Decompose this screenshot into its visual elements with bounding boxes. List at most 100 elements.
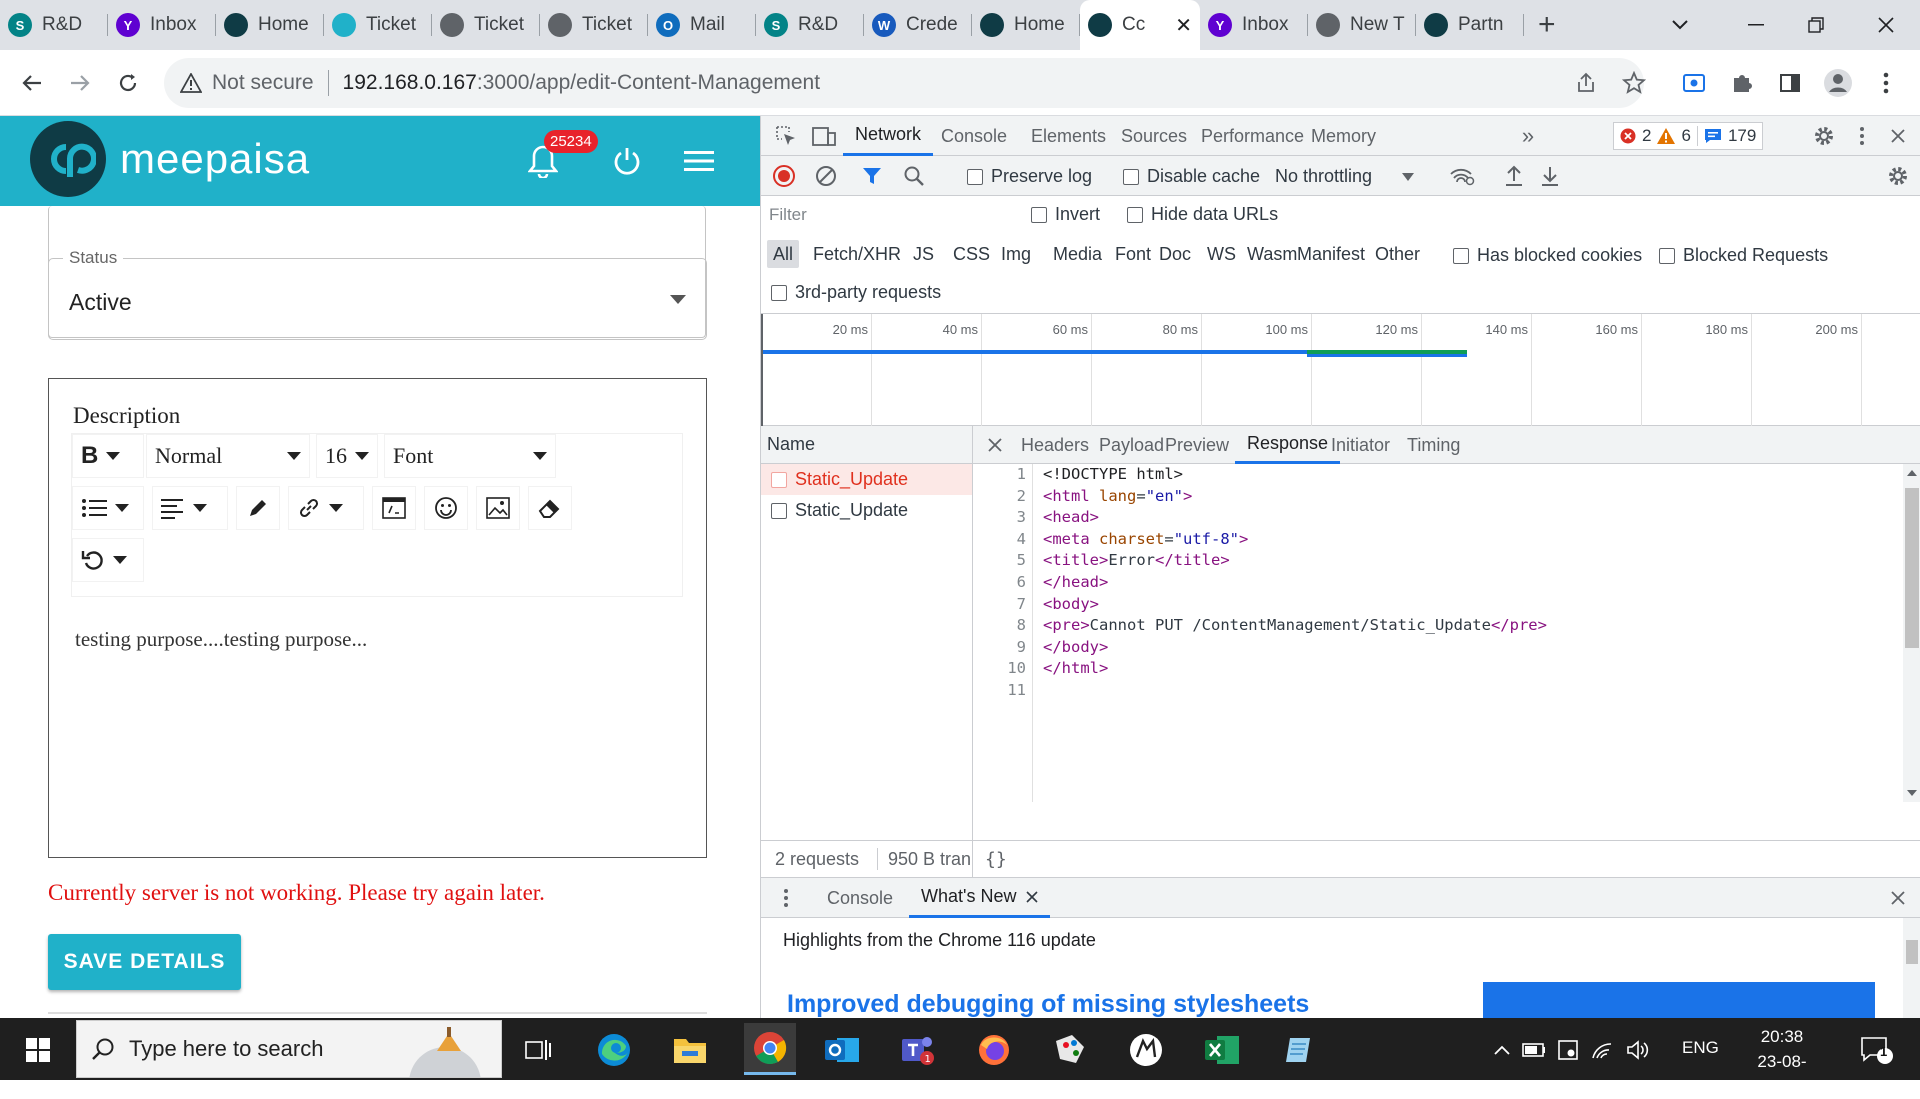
hamburger-menu-icon[interactable] [684,150,714,172]
taskbar-search-box[interactable]: Type here to search [76,1020,502,1078]
preserve-log-checkbox[interactable]: Preserve log [967,166,1092,187]
browser-tab[interactable]: W Crede [864,0,972,50]
history-button[interactable] [72,538,144,582]
disable-cache-checkbox[interactable]: Disable cache [1123,166,1260,187]
browser-tab[interactable]: S R&D [0,0,108,50]
pretty-print-icon[interactable]: {} [985,849,1007,870]
description-content[interactable]: testing purpose....testing purpose... [75,627,367,652]
filter-type-css[interactable]: CSS [947,240,996,268]
network-conditions-icon[interactable] [1447,161,1477,191]
paint-app-icon[interactable] [1048,1028,1092,1072]
filter-type-ws[interactable]: WS [1201,240,1242,268]
details-tab-timing[interactable]: Timing [1407,426,1460,464]
close-tab-icon[interactable] [1026,890,1039,903]
drawer-tab-console[interactable]: Console [817,878,903,918]
profile-avatar[interactable] [1818,63,1858,103]
browser-tab[interactable]: Partn [1416,0,1524,50]
response-scrollbar[interactable] [1903,464,1920,802]
hide-data-urls-checkbox[interactable]: Hide data URLs [1127,204,1278,225]
browser-tab[interactable]: Home [216,0,324,50]
scrollbar-thumb[interactable] [1906,940,1918,964]
network-timeline-overview[interactable]: 20 ms 40 ms 60 ms 80 ms 100 ms 120 ms 140 ms 16… [761,314,1920,426]
list-button[interactable] [72,486,144,530]
remove-format-button[interactable] [528,486,572,530]
close-tab-icon[interactable]: ✕ [1175,13,1192,38]
address-bar[interactable]: Not secure 192.168.0.167:3000/app/edit-C… [164,58,1644,108]
invert-checkbox[interactable]: Invert [1031,204,1100,225]
notification-center-icon[interactable]: 1 [1852,1028,1902,1072]
power-logout-icon[interactable] [612,146,642,176]
url-text[interactable]: 192.168.0.167:3000/app/edit-Content-Mana… [343,71,821,95]
scroll-up-arrow[interactable] [1907,470,1917,476]
tab-search-icon[interactable] [1650,0,1710,50]
file-explorer-icon[interactable] [668,1028,712,1072]
whats-new-headline[interactable]: Improved debugging of missing stylesheet… [787,990,1309,1019]
link-button[interactable] [288,486,364,530]
clear-icon[interactable] [811,161,841,191]
status-select[interactable]: Status Active [48,248,707,340]
browser-tab[interactable]: Ticket [324,0,432,50]
devtools-tab-memory[interactable]: Memory [1299,116,1388,156]
filter-type-img[interactable]: Img [995,240,1037,268]
import-har-icon[interactable] [1499,161,1529,191]
notepad-icon[interactable] [1276,1028,1320,1072]
show-hidden-icons[interactable] [1488,1028,1516,1072]
task-view-icon[interactable] [516,1028,560,1072]
app-logo-icon[interactable] [1124,1028,1168,1072]
teams-icon[interactable]: 1 [896,1028,940,1072]
devtools-tab-console[interactable]: Console [929,116,1019,156]
settings-gear-icon[interactable] [1809,121,1839,151]
security-shield-icon[interactable] [1554,1028,1582,1072]
restore-button[interactable] [1786,0,1846,50]
search-icon[interactable] [899,161,929,191]
back-button[interactable] [12,63,52,103]
wifi-icon[interactable] [1588,1028,1616,1072]
request-checkbox[interactable] [771,471,787,488]
filter-type-manifest[interactable]: Manifest [1291,240,1371,268]
emoji-button[interactable] [424,486,468,530]
blocked-requests-checkbox[interactable]: Blocked Requests [1659,245,1828,266]
excel-icon[interactable] [1200,1028,1244,1072]
image-button[interactable] [476,486,520,530]
extensions-puzzle-icon[interactable] [1722,63,1762,103]
firefox-icon[interactable] [972,1028,1016,1072]
outlook-icon[interactable] [820,1028,864,1072]
browser-tab[interactable]: S R&D [756,0,864,50]
more-menu-icon[interactable] [1866,63,1906,103]
windows-start-icon[interactable] [16,1028,60,1072]
filter-type-doc[interactable]: Doc [1153,240,1197,268]
browser-tab[interactable]: O Mail [648,0,756,50]
bookmark-star-icon[interactable] [1614,63,1654,103]
volume-icon[interactable] [1624,1028,1652,1072]
inspect-element-icon[interactable] [771,121,801,151]
side-panel-icon[interactable] [1770,63,1810,103]
reload-button[interactable] [108,63,148,103]
browser-tab[interactable]: Ticket [432,0,540,50]
more-tabs-icon[interactable]: » [1513,121,1543,151]
filter-type-fetchxhr[interactable]: Fetch/XHR [807,240,907,268]
share-icon[interactable] [1566,63,1606,103]
record-stop-icon[interactable] [769,161,799,191]
input-language[interactable]: ENG [1682,1038,1719,1058]
filter-type-all[interactable]: All [767,240,800,268]
customize-menu-icon[interactable] [1847,121,1877,151]
request-checkbox[interactable] [771,502,787,519]
edge-icon[interactable] [592,1028,636,1072]
drawer-scrollbar[interactable] [1903,918,1920,1018]
drawer-menu-icon[interactable] [771,883,801,913]
issue-counters[interactable]: 2 6 179 [1613,122,1764,150]
devtools-tab-elements[interactable]: Elements [1019,116,1118,156]
has-blocked-cookies-checkbox[interactable]: Has blocked cookies [1453,245,1642,266]
block-format-select[interactable]: Normal [146,434,310,478]
scroll-down-arrow[interactable] [1907,790,1917,796]
battery-icon[interactable] [1520,1028,1548,1072]
dropdown-arrow-icon[interactable] [670,295,686,304]
forward-button[interactable] [60,63,100,103]
details-tab-initiator[interactable]: Initiator [1331,426,1390,464]
browser-tab[interactable]: New T [1308,0,1416,50]
security-indicator[interactable]: Not secure [212,71,314,95]
filter-type-font[interactable]: Font [1109,240,1157,268]
browser-tab[interactable]: Home [972,0,1080,50]
filter-type-other[interactable]: Other [1369,240,1426,268]
chrome-icon[interactable] [744,1023,796,1075]
